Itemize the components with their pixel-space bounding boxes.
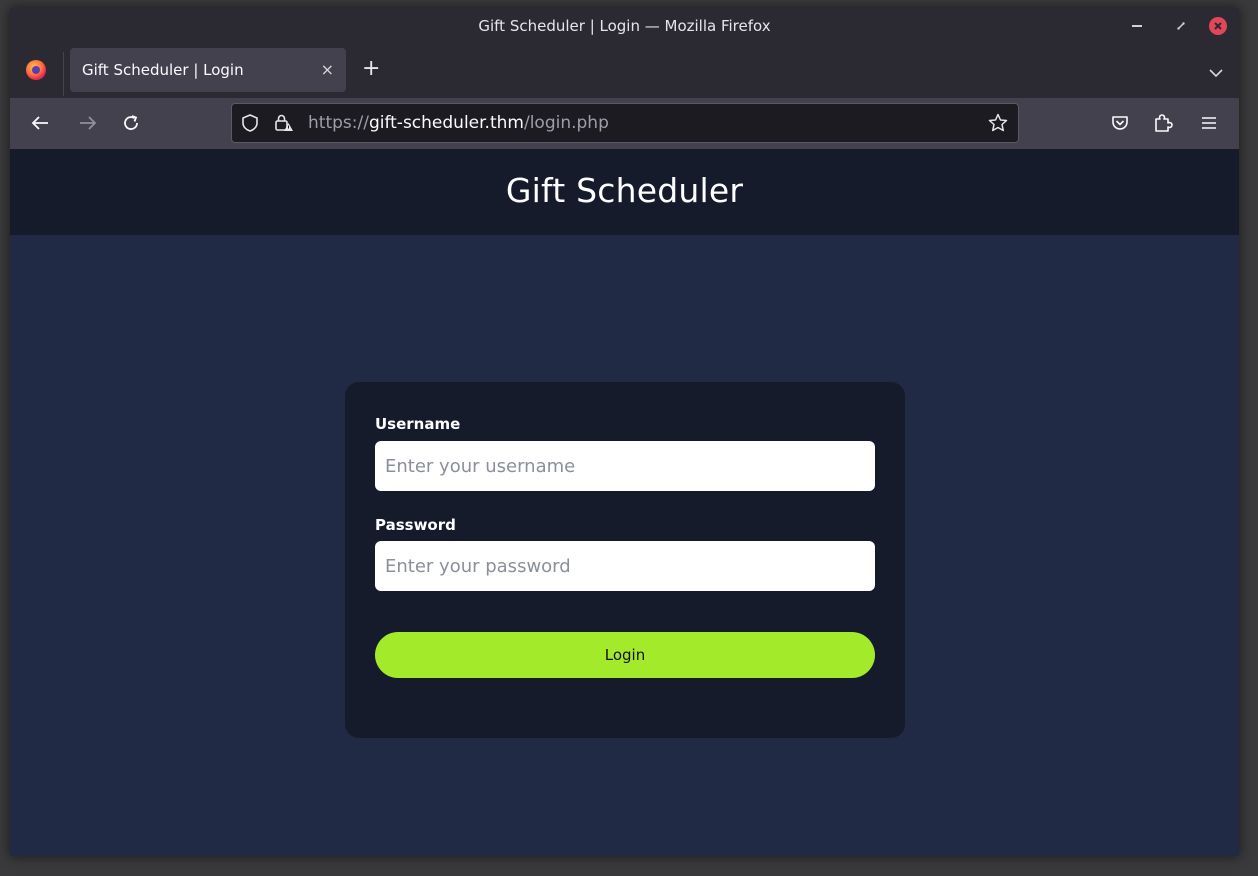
minimize-button[interactable] xyxy=(1128,17,1146,35)
login-button[interactable]: Login xyxy=(375,632,875,678)
reload-button[interactable] xyxy=(120,112,142,134)
pocket-button[interactable] xyxy=(1109,112,1131,134)
pocket-icon xyxy=(1112,116,1128,130)
puzzle-icon xyxy=(1155,114,1173,132)
tab-close-icon[interactable]: × xyxy=(321,60,334,79)
reload-icon xyxy=(124,115,138,130)
shield-icon[interactable] xyxy=(242,114,258,136)
hamburger-icon xyxy=(1202,117,1216,129)
navigation-toolbar: https://gift-scheduler.thm/login.php xyxy=(10,98,1239,149)
password-input[interactable] xyxy=(375,541,875,591)
login-card: Username Password Login xyxy=(345,382,905,738)
close-window-button[interactable] xyxy=(1209,17,1227,35)
url-path: /login.php xyxy=(523,113,609,133)
maximize-button[interactable] xyxy=(1172,17,1190,35)
arrow-left-icon xyxy=(31,116,48,130)
app-menu-button[interactable] xyxy=(1198,112,1220,134)
browser-window: Gift Scheduler | Login — Mozilla Firefox… xyxy=(10,8,1239,856)
password-label: Password xyxy=(375,516,456,534)
page-content: Gift Scheduler Username Password Login xyxy=(10,149,1239,856)
chevron-down-icon[interactable] xyxy=(1209,62,1223,81)
arrow-right-icon xyxy=(80,116,97,130)
extensions-button[interactable] xyxy=(1152,112,1174,134)
tab-gift-scheduler[interactable]: Gift Scheduler | Login × xyxy=(70,48,346,92)
site-header: Gift Scheduler xyxy=(10,149,1239,235)
lock-warning-icon[interactable] xyxy=(274,113,294,137)
tab-divider xyxy=(63,52,64,96)
title-bar: Gift Scheduler | Login — Mozilla Firefox xyxy=(10,8,1239,44)
url-host: gift-scheduler.thm xyxy=(368,113,524,133)
forward-button[interactable] xyxy=(77,112,99,134)
maximize-icon xyxy=(1177,22,1185,30)
url-text[interactable]: https://gift-scheduler.thm/login.php xyxy=(308,113,609,133)
close-icon xyxy=(1214,22,1222,30)
url-scheme: https:// xyxy=(308,113,369,133)
star-icon[interactable] xyxy=(988,113,1008,137)
username-label: Username xyxy=(375,415,461,433)
new-tab-button[interactable]: + xyxy=(362,58,380,80)
window-title: Gift Scheduler | Login — Mozilla Firefox xyxy=(478,17,771,35)
firefox-icon[interactable] xyxy=(26,60,46,80)
username-input[interactable] xyxy=(375,441,875,491)
tab-strip: Gift Scheduler | Login × + xyxy=(10,44,1239,98)
minimize-icon xyxy=(1132,25,1142,27)
site-title: Gift Scheduler xyxy=(505,171,744,210)
back-button[interactable] xyxy=(29,112,51,134)
tab-title: Gift Scheduler | Login xyxy=(82,61,244,79)
url-bar[interactable]: https://gift-scheduler.thm/login.php xyxy=(231,103,1019,143)
